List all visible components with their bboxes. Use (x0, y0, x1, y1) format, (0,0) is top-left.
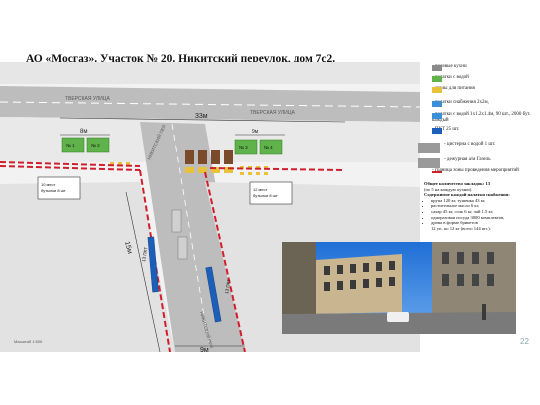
dimension-label: 9м (200, 347, 209, 352)
gazelle-van (177, 236, 188, 260)
street-photo (282, 242, 516, 334)
legend-item: - цистерна с водой 1 шт. (418, 142, 495, 153)
supply-summary: Общее количество закладок: 13 (по 5 на к… (424, 181, 538, 231)
van-icon (418, 158, 440, 168)
water-tanker (171, 209, 182, 233)
tent-label: № 1 (66, 143, 75, 148)
boundary-icon (432, 171, 442, 173)
legend-item: - палатки снабжения 2х2м, (432, 100, 489, 107)
tanker-icon (418, 143, 440, 153)
dimension-label: 33м (195, 113, 208, 120)
table-icon (432, 87, 442, 93)
dimension-label: 8м (80, 129, 87, 135)
scale-note: Масштаб 1:500 (14, 339, 43, 344)
field-kitchen-icon (432, 65, 442, 71)
dimension-label: 9м (252, 129, 259, 135)
legend-item: - столы для питания (432, 86, 475, 93)
page-number: 22 (520, 337, 529, 346)
street-label: ТВЕРСКАЯ УЛИЦА (250, 110, 295, 116)
toilet-icon (432, 128, 442, 134)
water-tent-icon (432, 76, 442, 82)
slide: АО «Мосгаз». Участок № 20. Никитский пер… (0, 0, 540, 405)
tent-label: № 2 (91, 143, 100, 148)
supply-tent-icon (432, 101, 442, 107)
summary-item: 12 уп. по 12 кг (всего 144 шт.). (431, 225, 491, 231)
legend-item: - ПКТ 25 шт. (432, 127, 460, 134)
legend-item: - палатки с водой (432, 75, 469, 82)
tent-label: № 3 (239, 145, 248, 150)
legend-item: - палатки с водой 1х1.2х1.4м, 90 шт., 20… (432, 112, 531, 123)
street-label: ТВЕРСКАЯ УЛИЦА (65, 96, 110, 102)
water-box-icon (432, 113, 442, 119)
legend-item: - граница зоны проведения мероприятий (432, 168, 519, 173)
tent-label: № 4 (264, 145, 273, 150)
legend-item: - полевые кухни (432, 64, 467, 71)
legend-item: - дежурная а/м Газель (418, 157, 491, 168)
summary-list: крупа 120 кг, тушенка 43 кг, растительно… (424, 198, 538, 232)
